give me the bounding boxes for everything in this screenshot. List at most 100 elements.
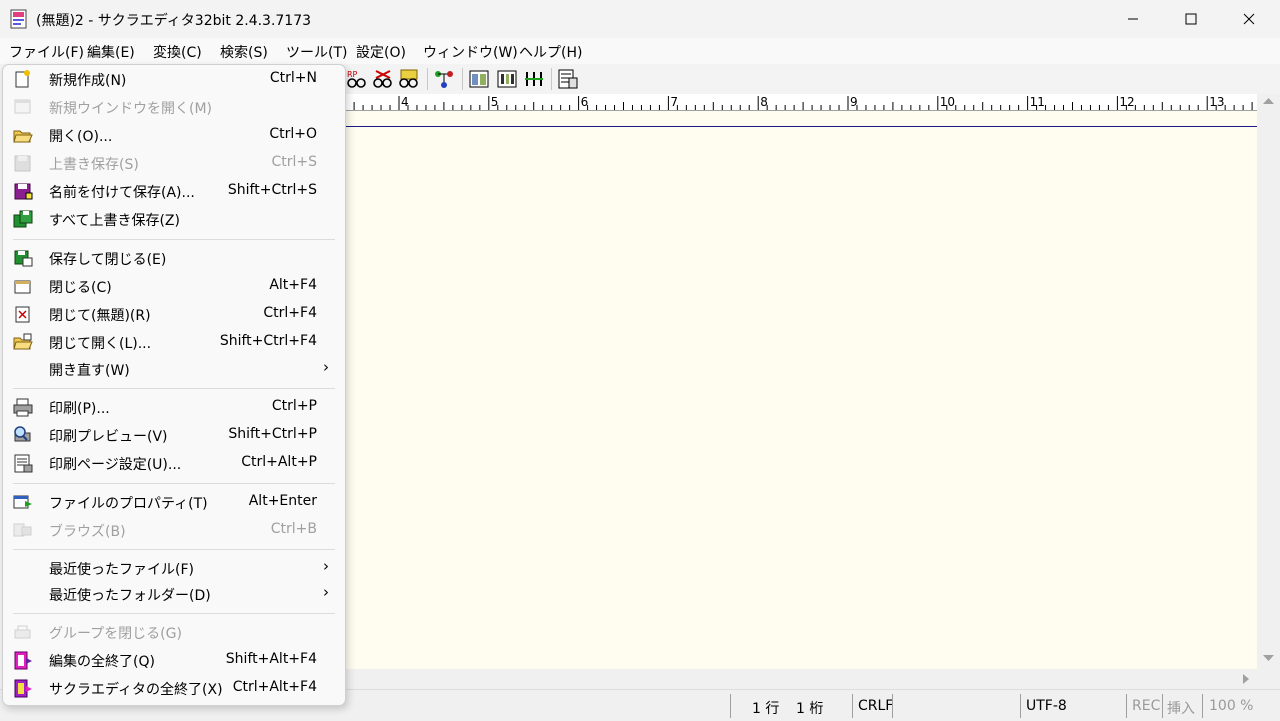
save-as-icon bbox=[14, 183, 33, 200]
status-encoding[interactable]: UTF-8 bbox=[1026, 698, 1067, 714]
file-menu-item[interactable]: 開く(O)... Ctrl+O bbox=[3, 122, 345, 148]
menu-separator bbox=[13, 483, 335, 484]
file-menu-item-shortcut: Shift+Ctrl+S bbox=[227, 182, 317, 198]
close-open-icon bbox=[13, 333, 33, 350]
menu-tools[interactable]: ツール(T) bbox=[286, 42, 347, 62]
file-menu-item-label: 新規ウインドウを開く(M) bbox=[49, 101, 213, 117]
scrollbar-corner bbox=[1257, 669, 1280, 689]
menu-edit[interactable]: 編集(E) bbox=[87, 42, 135, 62]
scroll-right-icon[interactable] bbox=[1239, 669, 1253, 689]
file-menu-item-label: ブラウズ(B) bbox=[49, 524, 126, 540]
status-separator bbox=[1126, 694, 1127, 718]
svg-text:RP: RP bbox=[347, 70, 358, 79]
file-menu-item[interactable]: 最近使ったファイル(F) › bbox=[3, 555, 345, 581]
file-menu-item: 新規ウインドウを開く(M) bbox=[3, 94, 345, 120]
ruler-label: 9 bbox=[850, 95, 858, 109]
file-properties-icon bbox=[13, 495, 32, 509]
save-all-icon bbox=[13, 210, 33, 228]
outline-icon[interactable] bbox=[433, 68, 455, 90]
scroll-down-icon[interactable] bbox=[1257, 651, 1280, 665]
file-menu-item-shortcut: Ctrl+Alt+P bbox=[241, 454, 317, 470]
new-document-icon bbox=[15, 70, 30, 88]
menu-file[interactable]: ファイル(F) bbox=[9, 42, 84, 62]
menu-separator bbox=[13, 613, 335, 614]
status-rec: REC bbox=[1132, 698, 1161, 714]
file-menu-item-shortcut: Shift+Ctrl+F4 bbox=[219, 333, 317, 349]
menu-window[interactable]: ウィンドウ(W) bbox=[423, 42, 518, 62]
file-menu-item[interactable]: 閉じて(無題)(R) Ctrl+F4 bbox=[3, 301, 345, 327]
file-menu-item-shortcut: Shift+Alt+F4 bbox=[225, 651, 317, 667]
maximize-button[interactable] bbox=[1162, 0, 1220, 38]
file-menu-item[interactable]: 閉じる(C) Alt+F4 bbox=[3, 273, 345, 299]
close-button[interactable] bbox=[1220, 0, 1278, 38]
file-menu-item[interactable]: 編集の全終了(Q) Shift+Alt+F4 bbox=[3, 647, 345, 673]
status-line: 1 行 bbox=[752, 701, 780, 717]
file-menu-item-label: 編集の全終了(Q) bbox=[49, 654, 155, 670]
file-menu-item[interactable]: ファイルのプロパティ(T) Alt+Enter bbox=[3, 489, 345, 515]
file-menu-item-shortcut: Ctrl+S bbox=[271, 154, 317, 170]
chevron-right-icon: › bbox=[323, 557, 329, 575]
file-menu-item-label: 最近使ったフォルダー(D) bbox=[49, 588, 211, 604]
file-menu-item-label: 名前を付けて保存(A)... bbox=[49, 185, 195, 201]
grep-icon[interactable] bbox=[398, 68, 420, 90]
status-separator bbox=[1162, 694, 1163, 718]
toolbar-separator bbox=[551, 68, 552, 90]
sakura-editor-app-icon[interactable] bbox=[10, 9, 28, 29]
ruler-label: 10 bbox=[940, 95, 955, 109]
editor-area[interactable] bbox=[344, 111, 1257, 669]
status-zoom: 100 % bbox=[1209, 698, 1254, 714]
file-menu-item[interactable]: 印刷ページ設定(U)... Ctrl+Alt+P bbox=[3, 450, 345, 476]
file-menu-item-label: 開き直す(W) bbox=[49, 363, 130, 379]
file-menu-item-label: 閉じて開く(L)... bbox=[49, 336, 152, 352]
ruler-label: 8 bbox=[760, 95, 768, 109]
minimize-icon bbox=[1128, 18, 1138, 20]
file-menu-item[interactable]: 印刷(P)... Ctrl+P bbox=[3, 394, 345, 420]
close-document-icon bbox=[14, 280, 31, 294]
file-menu-item-label: 印刷ページ設定(U)... bbox=[49, 457, 182, 473]
menu-settings[interactable]: 設定(O) bbox=[356, 42, 406, 62]
status-separator bbox=[1020, 694, 1021, 718]
ruler-label: 13 bbox=[1209, 95, 1224, 109]
file-menu-item-label: サクラエディタの全終了(X) bbox=[49, 682, 223, 698]
file-menu-item[interactable]: 印刷プレビュー(V) Shift+Ctrl+P bbox=[3, 422, 345, 448]
file-menu-item-label: 開く(O)... bbox=[49, 129, 113, 145]
menu-search[interactable]: 検索(S) bbox=[220, 42, 268, 62]
open-folder-icon bbox=[13, 130, 33, 143]
diff-next-icon[interactable] bbox=[496, 68, 518, 90]
file-menu-item[interactable]: 名前を付けて保存(A)... Shift+Ctrl+S bbox=[3, 178, 345, 204]
menu-help[interactable]: ヘルプ(H) bbox=[519, 42, 582, 62]
file-menu-item-shortcut: Ctrl+F4 bbox=[263, 305, 317, 321]
file-menu-item[interactable]: 保存して閉じる(E) bbox=[3, 245, 345, 271]
minimize-button[interactable] bbox=[1104, 0, 1162, 38]
file-menu-item[interactable]: サクラエディタの全終了(X) Ctrl+Alt+F4 bbox=[3, 675, 345, 701]
file-menu-item-shortcut: Ctrl+Alt+F4 bbox=[232, 679, 317, 695]
file-menu-item-label: 印刷(P)... bbox=[49, 401, 110, 417]
file-menu-item[interactable]: 開き直す(W) › bbox=[3, 356, 345, 382]
scroll-up-icon[interactable] bbox=[1257, 94, 1280, 108]
settings-icon[interactable] bbox=[557, 68, 579, 90]
replace-icon[interactable]: RP bbox=[346, 68, 368, 90]
ruler-label: 5 bbox=[491, 95, 499, 109]
ruler-label: 11 bbox=[1030, 95, 1045, 109]
save-icon bbox=[14, 155, 31, 172]
exit-all-sakura-icon bbox=[14, 679, 32, 698]
maximize-icon bbox=[1185, 13, 1197, 25]
file-menu-item[interactable]: すべて上書き保存(Z) bbox=[3, 206, 345, 232]
save-close-icon bbox=[14, 250, 33, 267]
file-menu-item-shortcut: Shift+Ctrl+P bbox=[228, 426, 317, 442]
horizontal-scrollbar[interactable] bbox=[344, 669, 1257, 689]
search-clear-icon[interactable] bbox=[372, 68, 394, 90]
diff-prev-icon[interactable] bbox=[523, 68, 545, 90]
exit-all-edit-icon bbox=[14, 651, 32, 670]
file-menu-item[interactable]: 最近使ったフォルダー(D) › bbox=[3, 581, 345, 607]
menu-convert[interactable]: 変換(C) bbox=[153, 42, 202, 62]
file-menu-item: グループを閉じる(G) bbox=[3, 619, 345, 645]
file-menu-item-label: 最近使ったファイル(F) bbox=[49, 562, 194, 578]
file-menu-item[interactable]: 新規作成(N) Ctrl+N bbox=[3, 66, 345, 92]
status-eol[interactable]: CRLF bbox=[858, 698, 893, 714]
compare-icon[interactable] bbox=[468, 68, 490, 90]
ruler-label: 12 bbox=[1119, 95, 1134, 109]
file-menu-item-label: 新規作成(N) bbox=[49, 73, 127, 89]
vertical-scrollbar[interactable] bbox=[1257, 94, 1280, 669]
file-menu-item[interactable]: 閉じて開く(L)... Shift+Ctrl+F4 bbox=[3, 329, 345, 355]
